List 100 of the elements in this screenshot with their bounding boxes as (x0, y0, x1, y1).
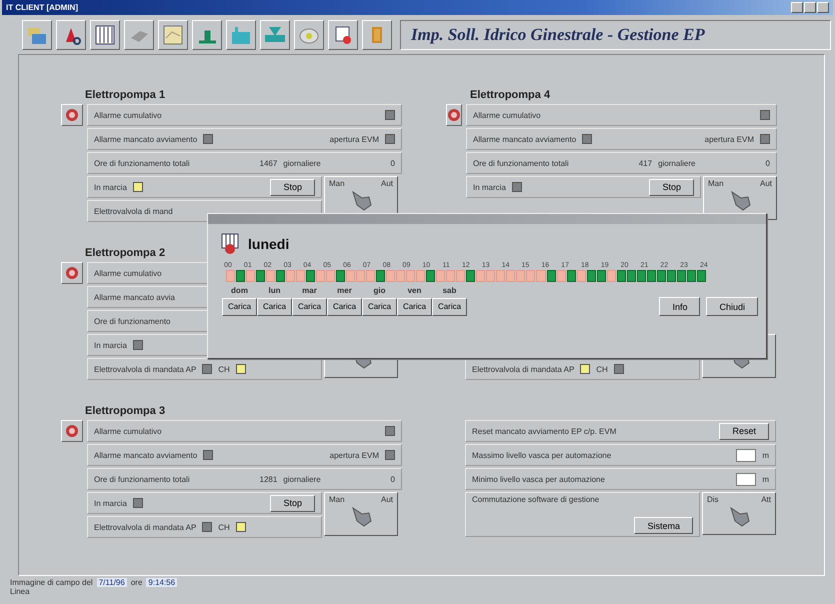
row-label: apertura EVM (330, 134, 379, 144)
toolbar-button[interactable] (22, 20, 52, 50)
daily-value: 0 (766, 158, 770, 168)
load-button[interactable]: Carica (432, 298, 467, 316)
map-icon (162, 24, 184, 46)
minimize-icon[interactable] (791, 2, 803, 13)
toolbar-button[interactable] (158, 20, 188, 50)
close-button[interactable]: Chiudi (706, 297, 758, 316)
alarm-icon (65, 108, 79, 122)
level-field[interactable] (736, 472, 756, 486)
system-button[interactable]: Sistema (634, 517, 693, 534)
time-slot[interactable] (426, 270, 436, 282)
toolbar-button[interactable] (226, 20, 256, 50)
row-label: Elettrovalvola di mandata AP (94, 522, 196, 532)
reset-button[interactable]: Reset (719, 422, 769, 440)
alarm-button[interactable] (61, 104, 83, 126)
load-button[interactable]: Carica (397, 298, 432, 316)
time-slot[interactable] (546, 270, 556, 282)
status-line: Linea (10, 587, 31, 596)
hours-value: 1467 (260, 158, 278, 168)
selector-label: Man (708, 179, 724, 190)
time-slot[interactable] (646, 270, 656, 282)
toolbar-button[interactable] (328, 20, 358, 50)
time-slot[interactable] (636, 270, 646, 282)
alarm-button[interactable] (446, 104, 462, 126)
load-button[interactable]: Carica (362, 298, 397, 316)
close-icon[interactable] (817, 2, 829, 13)
time-slot[interactable] (336, 270, 346, 282)
status-label: Immagine di campo del (10, 578, 93, 587)
time-slot[interactable] (376, 270, 386, 282)
row-label: In marcia (94, 498, 127, 508)
load-button[interactable]: Carica (327, 298, 362, 316)
row-label: Allarme cumulativo (473, 110, 541, 120)
selector-label: Man (329, 495, 345, 506)
row-label: Reset mancato avviamento EP c/p. EVM (472, 426, 616, 436)
time-slot[interactable] (666, 270, 676, 282)
day-label: sab (442, 286, 458, 295)
time-slot[interactable] (586, 270, 596, 282)
stop-button[interactable]: Stop (649, 178, 694, 196)
time-slot[interactable] (466, 270, 476, 282)
mode-selector[interactable]: Dis Att (702, 492, 776, 535)
time-slot[interactable] (236, 270, 246, 282)
row-label: Allarme mancato avviamento (473, 134, 576, 144)
time-slot[interactable] (626, 270, 636, 282)
selector-label: Man (329, 179, 345, 190)
time-slot[interactable] (676, 270, 686, 282)
time-slot[interactable] (616, 270, 626, 282)
toolbar-button[interactable] (260, 20, 290, 50)
window-title: IT CLIENT [ADMIN] (6, 3, 78, 12)
hand-switch-icon (352, 507, 372, 527)
load-button[interactable]: Carica (257, 298, 292, 316)
day-label: gio (372, 286, 386, 295)
hours-value: 417 (638, 158, 652, 168)
stop-button[interactable]: Stop (270, 178, 315, 196)
stop-button[interactable]: Stop (270, 494, 315, 512)
row-label: Ore di funzionamento totali (473, 158, 569, 168)
unit-label: m (762, 474, 769, 484)
row-label: In marcia (94, 340, 127, 350)
time-slot[interactable] (276, 270, 286, 282)
selector-label: Att (761, 495, 771, 506)
time-slot[interactable] (656, 270, 666, 282)
toolbar-button[interactable] (362, 20, 392, 50)
maximize-icon[interactable] (804, 2, 816, 13)
pump-title: Elettropompa 2 (85, 247, 166, 261)
toolbar-button[interactable] (90, 20, 120, 50)
time-slot[interactable] (696, 270, 706, 282)
time-slot[interactable] (686, 270, 696, 282)
alarm-icon (447, 108, 461, 122)
toolbar-button[interactable] (56, 20, 86, 50)
selector-label: Aut (380, 179, 393, 190)
row-label: Allarme mancato avviamento (94, 450, 198, 460)
status-time: 9:14:56 (146, 578, 178, 587)
time-slot[interactable] (596, 270, 606, 282)
status-label: ore (130, 578, 142, 587)
row-label: Elettrovalvola di mandata AP (472, 364, 574, 374)
load-button[interactable]: Carica (292, 298, 327, 316)
time-slot[interactable] (566, 270, 576, 282)
alarm-icon (65, 424, 79, 438)
row-label: Ore di funzionamento totali (94, 474, 190, 484)
selector-label: Dis (707, 495, 719, 506)
row-label: Massimo livello vasca per automazione (472, 450, 612, 460)
hand-switch-icon (731, 191, 751, 211)
toolbar-button[interactable] (294, 20, 324, 50)
row-label: In marcia (473, 182, 506, 192)
day-label: mer (336, 286, 353, 295)
alarm-button[interactable] (61, 420, 83, 442)
row-label: Allarme cumulativo (94, 110, 162, 120)
level-field[interactable] (736, 448, 756, 462)
row-label: Elettrovalvola di mand (94, 206, 173, 216)
row-label: Allarme cumulativo (94, 426, 162, 436)
time-slot[interactable] (306, 270, 316, 282)
alarm-button[interactable] (61, 262, 83, 284)
info-button[interactable]: Info (659, 297, 700, 316)
toolbar-button[interactable] (192, 20, 222, 50)
pump-title: Elettropompa 4 (470, 89, 550, 103)
toolbar-button[interactable] (124, 20, 154, 50)
load-button[interactable]: Carica (222, 298, 257, 316)
mode-selector[interactable]: Man Aut (324, 492, 398, 536)
selector-label: Aut (380, 495, 393, 506)
time-slot[interactable] (256, 270, 266, 282)
